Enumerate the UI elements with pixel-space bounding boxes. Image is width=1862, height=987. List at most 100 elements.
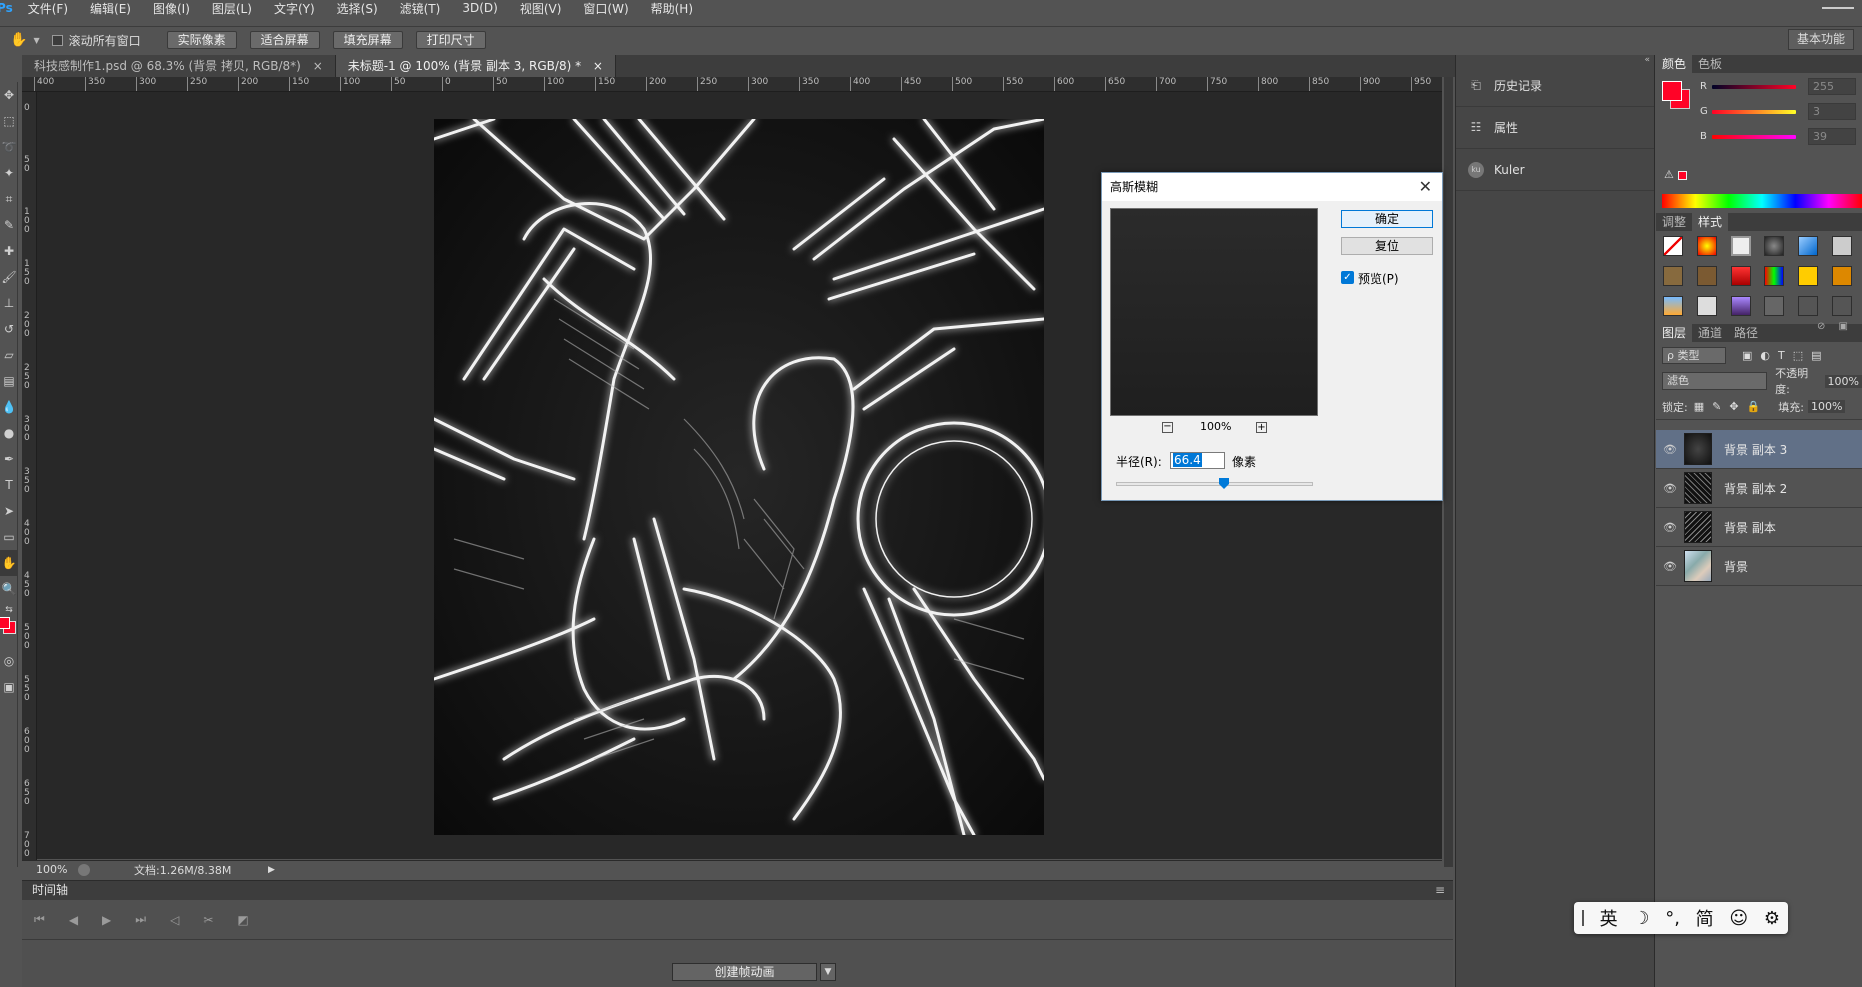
create-frame-animation-button[interactable]: 创建帧动画 bbox=[672, 963, 817, 981]
timeline-menu-icon[interactable]: ≡ bbox=[1435, 881, 1445, 900]
dock-history[interactable]: ⎗ 历史记录 bbox=[1456, 65, 1654, 107]
zoom-in-icon[interactable]: + bbox=[1256, 422, 1267, 433]
hand-tool-icon[interactable]: ✋ bbox=[10, 32, 27, 48]
lock-pixels-icon[interactable]: ✎ bbox=[1712, 400, 1721, 413]
visibility-eye-icon[interactable]: 👁 bbox=[1656, 560, 1684, 573]
type-tool-icon[interactable]: T bbox=[0, 472, 18, 498]
status-info-icon[interactable] bbox=[78, 863, 90, 876]
lock-all-icon[interactable]: 🔒 bbox=[1747, 400, 1761, 413]
actual-pixels-button[interactable]: 实际像素 bbox=[166, 31, 237, 49]
hand-tool-icon[interactable]: ✋ bbox=[0, 550, 18, 576]
workspace-switcher[interactable]: 基本功能 bbox=[1787, 29, 1854, 50]
filter-preview[interactable] bbox=[1110, 208, 1318, 416]
tab-layers[interactable]: 图层 bbox=[1656, 324, 1693, 342]
zoom-out-icon[interactable]: − bbox=[1162, 422, 1173, 433]
lock-transparent-icon[interactable]: ▦ bbox=[1694, 400, 1704, 413]
screen-mode-icon[interactable]: ▣ bbox=[0, 674, 18, 700]
layer-row[interactable]: 👁 背景 副本 bbox=[1656, 508, 1862, 547]
filter-type-icon[interactable]: T bbox=[1778, 349, 1785, 362]
move-tool-icon[interactable]: ✥ bbox=[0, 82, 18, 108]
layer-row[interactable]: 👁 背景 副本 2 bbox=[1656, 469, 1862, 508]
settings-gear-icon[interactable]: ⚙ bbox=[1764, 908, 1780, 929]
menu-edit[interactable]: 编辑(E) bbox=[79, 0, 142, 17]
path-selection-tool-icon[interactable]: ➤ bbox=[0, 498, 18, 524]
new-style-icon[interactable]: ▣ bbox=[1839, 321, 1848, 332]
menu-type[interactable]: 文字(Y) bbox=[263, 0, 326, 17]
menu-window[interactable]: 窗口(W) bbox=[572, 0, 639, 17]
tab-swatches[interactable]: 色板 bbox=[1692, 55, 1728, 73]
menu-help[interactable]: 帮助(H) bbox=[640, 0, 704, 17]
style-5[interactable] bbox=[1832, 236, 1853, 256]
tool-preset-dropdown-icon[interactable]: ▼ bbox=[33, 36, 39, 45]
ok-button[interactable]: 确定 bbox=[1341, 210, 1433, 228]
menu-view[interactable]: 视图(V) bbox=[509, 0, 573, 17]
style-16[interactable] bbox=[1798, 296, 1819, 316]
red-value-field[interactable]: 255 bbox=[1808, 78, 1856, 95]
clear-style-icon[interactable]: ⊘ bbox=[1817, 321, 1825, 332]
style-2[interactable] bbox=[1730, 236, 1751, 256]
gamut-warning-icon[interactable]: ⚠ bbox=[1664, 168, 1674, 181]
layer-filter-type[interactable]: ρ 类型 bbox=[1662, 346, 1726, 364]
next-frame-icon[interactable]: ⏭ bbox=[135, 912, 146, 927]
tab-channels[interactable]: 通道 bbox=[1692, 324, 1728, 342]
gamut-color-chip[interactable] bbox=[1678, 171, 1687, 180]
gradient-tool-icon[interactable]: ▤ bbox=[0, 368, 18, 394]
style-12[interactable] bbox=[1663, 296, 1683, 316]
quick-mask-icon[interactable]: ◎ bbox=[0, 648, 18, 674]
tab-close-icon[interactable]: × bbox=[593, 59, 603, 73]
preview-checkbox[interactable]: ✓ bbox=[1341, 271, 1354, 284]
scroll-all-checkbox[interactable] bbox=[51, 34, 63, 46]
menu-3d[interactable]: 3D(D) bbox=[451, 1, 508, 15]
audio-icon[interactable]: ◁ bbox=[170, 913, 179, 927]
previous-frame-icon[interactable]: ◀ bbox=[69, 913, 78, 927]
ime-handle[interactable] bbox=[1581, 910, 1584, 926]
lasso-tool-icon[interactable]: ➰ bbox=[0, 134, 18, 160]
tab-color[interactable]: 颜色 bbox=[1656, 55, 1693, 73]
healing-brush-tool-icon[interactable]: ✚ bbox=[0, 238, 18, 264]
menu-layer[interactable]: 图层(L) bbox=[201, 0, 263, 17]
filter-adjustment-icon[interactable]: ◐ bbox=[1760, 349, 1770, 362]
color-spectrum-bar[interactable] bbox=[1662, 194, 1862, 208]
tab-adjustments[interactable]: 调整 bbox=[1656, 213, 1692, 231]
split-icon[interactable]: ✂ bbox=[203, 913, 213, 927]
shape-tool-icon[interactable]: ▭ bbox=[0, 524, 18, 550]
filter-smart-icon[interactable]: ▤ bbox=[1811, 349, 1821, 362]
blue-value-field[interactable]: 39 bbox=[1808, 128, 1856, 145]
blur-tool-icon[interactable]: 💧 bbox=[0, 394, 18, 420]
magic-wand-tool-icon[interactable]: ✦ bbox=[0, 160, 18, 186]
style-11[interactable] bbox=[1832, 266, 1853, 286]
style-10[interactable] bbox=[1798, 266, 1819, 286]
document-canvas[interactable] bbox=[434, 119, 1044, 835]
radius-slider-thumb[interactable] bbox=[1219, 478, 1229, 489]
visibility-eye-icon[interactable]: 👁 bbox=[1656, 443, 1684, 456]
visibility-eye-icon[interactable]: 👁 bbox=[1656, 521, 1684, 534]
tab-paths[interactable]: 路径 bbox=[1728, 324, 1764, 342]
reset-button[interactable]: 复位 bbox=[1341, 237, 1433, 255]
marquee-tool-icon[interactable]: ⬚ bbox=[0, 108, 18, 134]
emoji-icon[interactable]: ☺ bbox=[1729, 908, 1748, 929]
style-15[interactable] bbox=[1764, 296, 1785, 316]
collapse-icon[interactable]: « bbox=[1456, 55, 1654, 65]
blend-mode-select[interactable]: 滤色 bbox=[1662, 372, 1768, 390]
radius-input[interactable]: 66.4 bbox=[1170, 452, 1225, 469]
first-frame-icon[interactable]: ⏮ bbox=[34, 912, 45, 927]
fit-screen-button[interactable]: 适合屏幕 bbox=[249, 31, 320, 49]
vertical-scrollbar[interactable] bbox=[1444, 77, 1453, 867]
tab-document-2[interactable]: 未标题-1 @ 100% (背景 副本 3, RGB/8) * × bbox=[335, 55, 616, 77]
style-6[interactable] bbox=[1663, 266, 1683, 286]
red-slider[interactable] bbox=[1712, 85, 1796, 89]
transition-icon[interactable]: ◩ bbox=[237, 913, 248, 927]
dodge-tool-icon[interactable]: ● bbox=[0, 420, 18, 446]
style-8[interactable] bbox=[1730, 266, 1751, 286]
blue-slider[interactable] bbox=[1712, 135, 1796, 139]
style-1[interactable] bbox=[1696, 236, 1717, 256]
zoom-tool-icon[interactable]: 🔍 bbox=[0, 576, 18, 602]
play-icon[interactable]: ▶ bbox=[102, 913, 111, 927]
dock-kuler[interactable]: ku Kuler bbox=[1456, 149, 1654, 191]
filter-shape-icon[interactable]: ⬚ bbox=[1793, 349, 1803, 362]
lock-position-icon[interactable]: ✥ bbox=[1729, 400, 1738, 413]
filter-pixel-icon[interactable]: ▣ bbox=[1742, 349, 1752, 362]
color-swatches-icon[interactable] bbox=[0, 617, 18, 648]
menu-filter[interactable]: 滤镜(T) bbox=[389, 0, 452, 17]
layer-row[interactable]: 👁 背景 bbox=[1656, 547, 1862, 586]
